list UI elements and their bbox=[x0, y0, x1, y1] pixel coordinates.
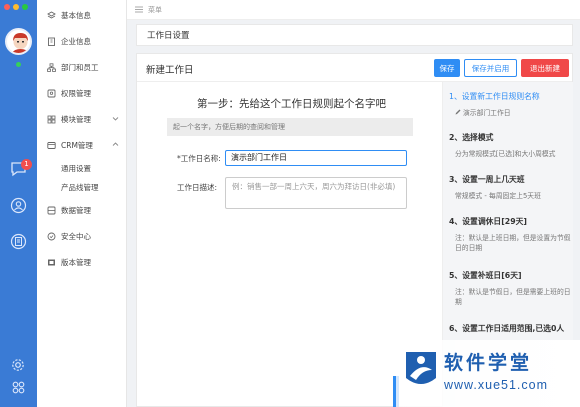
version-icon bbox=[47, 258, 56, 267]
close-window-button[interactable] bbox=[4, 4, 10, 10]
message-count-badge: 1 bbox=[21, 159, 32, 170]
settings-icon[interactable] bbox=[11, 358, 25, 372]
key-icon bbox=[47, 89, 56, 98]
crm-icon bbox=[47, 141, 56, 150]
step-desc: 分为常规模式[已选]和大小周模式 bbox=[455, 150, 556, 158]
step-desc: 常规模式 - 每周固定上5天班 bbox=[455, 192, 541, 200]
chevron-down-icon bbox=[112, 115, 119, 122]
save-button[interactable]: 保存 bbox=[434, 59, 460, 77]
watermark-url-text: www.xue51.com bbox=[444, 378, 549, 392]
top-bar: 菜单 bbox=[127, 0, 580, 20]
step-title: 4、设置调休日[29天] bbox=[449, 217, 527, 226]
sidebar-subitem-product-lines[interactable]: 产品线管理 bbox=[61, 182, 99, 193]
panel-header: 新建工作日 保存 保存并启用 退出新建 bbox=[137, 54, 572, 82]
building-icon bbox=[47, 37, 56, 46]
step-desc: 演示部门工作日 bbox=[449, 108, 573, 118]
step-item[interactable]: 2、选择模式 分为常规模式[已选]和大小周模式 bbox=[449, 132, 573, 159]
icon-rail: 1 bbox=[0, 0, 37, 407]
page-title: 工作日设置 bbox=[136, 24, 573, 46]
step-desc: 注：默认是节假日，但是需要上班的日期 bbox=[455, 288, 571, 306]
database-icon bbox=[47, 206, 56, 215]
sidebar-item-label: 模块管理 bbox=[61, 114, 91, 124]
shield-icon bbox=[47, 232, 56, 241]
step-item[interactable]: 4、设置调休日[29天] 注：默认是上班日期，但是设置为节假日的日期 bbox=[449, 216, 573, 253]
window-controls bbox=[4, 4, 28, 10]
step-desc: 注：默认是上班日期，但是设置为节假日的日期 bbox=[455, 234, 571, 252]
menu-toggle-icon[interactable] bbox=[135, 6, 143, 13]
maximize-window-button[interactable] bbox=[22, 4, 28, 10]
sidebar-item-modules[interactable]: 模块管理 bbox=[37, 111, 127, 127]
sidebar-item-company-info[interactable]: 企业信息 bbox=[37, 33, 127, 49]
sidebar-item-permissions[interactable]: 权限管理 bbox=[37, 85, 127, 101]
apps-icon[interactable] bbox=[12, 381, 25, 394]
contacts-icon[interactable] bbox=[10, 197, 27, 214]
step-item[interactable]: 6、设置工作日适用范围,已选0人 bbox=[449, 323, 573, 334]
panel-title: 新建工作日 bbox=[146, 65, 194, 76]
step-heading: 第一步：先给这个工作日规则起个名字吧 bbox=[197, 98, 386, 110]
sidebar-item-security[interactable]: 安全中心 bbox=[37, 228, 127, 244]
sidebar-item-label: CRM管理 bbox=[61, 140, 93, 150]
sidebar-item-label: 数据管理 bbox=[61, 205, 91, 215]
workday-desc-label: 工作日描述: bbox=[177, 183, 218, 192]
watermark: 软件学堂 www.xue51.com bbox=[396, 340, 580, 407]
pencil-icon bbox=[455, 108, 461, 115]
workday-name-input[interactable]: 演示部门工作日 bbox=[225, 150, 407, 166]
sidebar-item-label: 企业信息 bbox=[61, 36, 91, 46]
step-title: 3、设置一周上几天班 bbox=[449, 175, 525, 184]
watermark-cn-text: 软件学堂 bbox=[444, 352, 533, 374]
sidebar-item-basic-info[interactable]: 基本信息 bbox=[37, 7, 127, 23]
step-item[interactable]: 1、设置新工作日规则名称 演示部门工作日 bbox=[449, 91, 573, 118]
step-title: 2、选择模式 bbox=[449, 133, 494, 142]
sidebar-item-label: 权限管理 bbox=[61, 88, 91, 98]
exit-new-button[interactable]: 退出新建 bbox=[521, 59, 569, 77]
document-icon[interactable] bbox=[10, 233, 27, 250]
workday-name-label: *工作日名称: bbox=[177, 153, 221, 164]
org-icon bbox=[47, 62, 56, 72]
breadcrumb: 菜单 bbox=[148, 5, 162, 14]
minimize-window-button[interactable] bbox=[13, 4, 19, 10]
save-and-enable-button[interactable]: 保存并启用 bbox=[464, 59, 517, 77]
workday-name-label-text: *工作日名称: bbox=[177, 154, 221, 163]
sidebar-subitem-general-settings[interactable]: 通用设置 bbox=[61, 163, 91, 174]
chevron-up-icon bbox=[112, 141, 119, 148]
sidebar-item-departments[interactable]: 部门和员工 bbox=[37, 59, 127, 75]
sidebar-menu: 基本信息 企业信息 部门和员工 权限管理 模块管理 CRM管理 通用设置 产品线… bbox=[37, 0, 127, 407]
layers-icon bbox=[47, 10, 56, 20]
step-desc-text: 演示部门工作日 bbox=[463, 109, 511, 117]
sidebar-item-label: 基本信息 bbox=[61, 10, 91, 20]
workday-desc-textarea[interactable]: 例：销售一部一周上六天，周六为拜访日(非必填) bbox=[225, 177, 407, 209]
sidebar-item-crm[interactable]: CRM管理 bbox=[37, 137, 127, 153]
sidebar-item-version[interactable]: 版本管理 bbox=[37, 254, 127, 270]
grid-icon bbox=[47, 115, 56, 124]
sidebar-item-label: 版本管理 bbox=[61, 257, 91, 267]
step-title: 1、设置新工作日规则名称 bbox=[449, 92, 540, 101]
online-status-dot bbox=[16, 62, 21, 67]
step-item[interactable]: 3、设置一周上几天班 常规模式 - 每周固定上5天班 bbox=[449, 174, 573, 201]
step-hint: 起一个名字，方便后期的查阅和管理 bbox=[167, 118, 413, 136]
step-title: 6、设置工作日适用范围,已选0人 bbox=[449, 324, 565, 333]
sidebar-item-label: 安全中心 bbox=[61, 231, 91, 241]
avatar[interactable] bbox=[5, 28, 32, 55]
watermark-logo-icon bbox=[402, 348, 440, 390]
step-title: 5、设置补班日[6天] bbox=[449, 271, 522, 280]
sidebar-item-label: 部门和员工 bbox=[61, 62, 99, 72]
sidebar-item-data[interactable]: 数据管理 bbox=[37, 202, 127, 218]
step-item[interactable]: 5、设置补班日[6天] 注：默认是节假日，但是需要上班的日期 bbox=[449, 270, 573, 307]
